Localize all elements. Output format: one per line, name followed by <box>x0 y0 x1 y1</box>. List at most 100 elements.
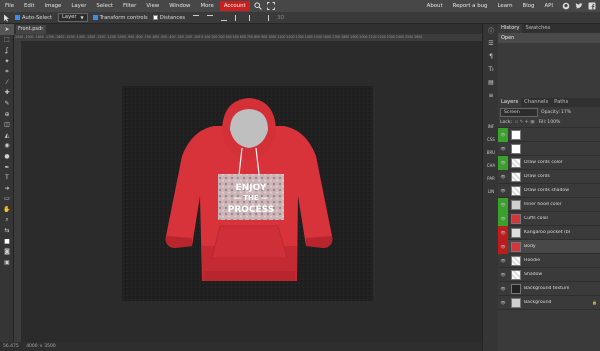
panel-label-inf[interactable]: INF <box>483 120 499 133</box>
history-entry[interactable]: Open <box>498 33 600 43</box>
visibility-eye-icon[interactable]: 👁 <box>498 146 508 151</box>
align-top-icon[interactable] <box>193 14 200 21</box>
crop-tool-icon[interactable]: ⌗ <box>0 66 14 77</box>
panel-label-par[interactable]: PAR <box>483 172 499 185</box>
magic-wand-icon[interactable]: ✦ <box>0 56 14 67</box>
layer-row[interactable]: 👁 Background texture <box>498 282 600 296</box>
layer-select-dropdown[interactable]: Layer ▼ <box>58 13 88 22</box>
layer-row[interactable]: 👁 Draw cords shadow <box>498 184 600 198</box>
menu-learn[interactable]: Learn <box>492 0 517 12</box>
switch-colors-icon[interactable]: ⇆ <box>0 225 14 236</box>
shape-tool-icon[interactable]: ▭ <box>0 194 14 205</box>
layer-row[interactable]: 👁 Inner hood color <box>498 197 600 212</box>
align-right-icon[interactable] <box>263 14 270 21</box>
fullscreen-icon[interactable] <box>266 1 276 11</box>
properties-icon[interactable]: ≡ <box>483 89 499 102</box>
tab-layers[interactable]: Layers <box>498 98 522 107</box>
menu-layer[interactable]: Layer <box>66 0 91 12</box>
visibility-eye-icon[interactable]: 👁 <box>498 188 508 193</box>
lasso-tool-icon[interactable]: ʆ <box>0 45 14 56</box>
eyedropper-icon[interactable]: ⁄ <box>0 77 14 88</box>
align-center-icon[interactable] <box>249 14 255 21</box>
opacity-value[interactable]: 17% <box>561 110 571 115</box>
distances-checkbox[interactable]: Distances <box>152 15 185 21</box>
menu-view[interactable]: View <box>141 0 164 12</box>
hand-tool-icon[interactable]: ✋ <box>0 204 14 215</box>
search-icon[interactable] <box>253 1 263 11</box>
layer-row[interactable]: 👁 Kangaroo pocket (bl <box>498 225 600 240</box>
panel-label-lin[interactable]: LIN <box>483 185 499 198</box>
three-d-label[interactable]: 3D <box>277 15 284 21</box>
layer-row[interactable]: 👁 Background 🔒 <box>498 296 600 310</box>
visibility-eye-icon[interactable]: 👁 <box>498 127 508 142</box>
brush-settings-icon[interactable]: ▤ <box>483 76 499 89</box>
panel-label-cha[interactable]: CHA <box>483 159 499 172</box>
visibility-eye-icon[interactable]: 👁 <box>498 258 508 263</box>
auto-select-checkbox[interactable]: Auto-Select <box>15 15 52 21</box>
lock-icons[interactable]: ▫ ✎ ✛ ▣ <box>515 120 535 125</box>
visibility-eye-icon[interactable]: 👁 <box>498 225 508 240</box>
visibility-eye-icon[interactable]: 👁 <box>498 272 508 277</box>
menu-image[interactable]: Image <box>39 0 66 12</box>
zoom-level[interactable]: 56.475 <box>3 344 19 349</box>
transform-controls-checkbox[interactable]: Transform controls <box>92 15 148 21</box>
layer-row[interactable]: 👁 <box>498 127 600 142</box>
visibility-eye-icon[interactable]: 👁 <box>498 239 508 254</box>
visibility-eye-icon[interactable]: 👁 <box>498 286 508 291</box>
zoom-tool-icon[interactable]: ⌕ <box>0 215 14 226</box>
tab-paths[interactable]: Paths <box>551 98 571 107</box>
account-button[interactable]: Account <box>219 1 250 11</box>
spot-heal-icon[interactable]: ✚ <box>0 88 14 99</box>
paragraph-icon[interactable]: ¶ <box>483 50 499 63</box>
tab-history[interactable]: History <box>498 24 523 33</box>
twitter-icon[interactable] <box>574 1 584 11</box>
marquee-tool-icon[interactable]: ⬚ <box>0 35 14 46</box>
move-tool-icon[interactable]: ➤ <box>0 24 14 35</box>
menu-file[interactable]: File <box>0 0 19 12</box>
close-icon[interactable]: × <box>40 25 44 34</box>
mask-mode-icon[interactable]: ◙ <box>0 246 14 257</box>
github-icon[interactable] <box>561 1 571 11</box>
type-tool-icon[interactable]: T <box>0 172 14 183</box>
layer-row[interactable]: 👁 Body <box>498 239 600 254</box>
align-bottom-icon[interactable] <box>221 15 228 21</box>
document-canvas[interactable]: ENJOY — THE — PROCESS <box>122 86 373 301</box>
menu-select[interactable]: Select <box>91 0 118 12</box>
path-select-icon[interactable]: ➜ <box>0 183 14 194</box>
layer-row[interactable]: 👁 <box>498 142 600 156</box>
clone-stamp-icon[interactable]: ⊕ <box>0 109 14 120</box>
menu-blog[interactable]: Blog <box>518 0 540 12</box>
brush-tool-icon[interactable]: ✎ <box>0 98 14 109</box>
menu-window[interactable]: Window <box>164 0 195 12</box>
layer-row[interactable]: 👁 Hoodie <box>498 254 600 268</box>
menu-about[interactable]: About <box>422 0 448 12</box>
menu-filter[interactable]: Filter <box>118 0 141 12</box>
document-tab-front[interactable]: Front.psd × <box>16 25 46 34</box>
layer-row[interactable]: 👁 Draw cords <box>498 170 600 184</box>
screen-mode-icon[interactable]: ▣ <box>0 257 14 268</box>
facebook-icon[interactable] <box>587 1 597 11</box>
character-icon[interactable]: Tı <box>483 63 499 76</box>
info-icon[interactable]: ⓘ <box>483 24 499 37</box>
foreground-color-icon[interactable]: ■ <box>0 236 14 247</box>
blur-tool-icon[interactable]: ◉ <box>0 141 14 152</box>
panel-label-css[interactable]: CSS <box>483 133 499 146</box>
visibility-eye-icon[interactable]: 👁 <box>498 174 508 179</box>
fill-tool-icon[interactable]: ◭ <box>0 130 14 141</box>
eraser-tool-icon[interactable]: ◫ <box>0 119 14 130</box>
tab-channels[interactable]: Channels <box>521 98 551 107</box>
menu-more[interactable]: More <box>195 0 218 12</box>
layer-row[interactable]: 👁 Shadow <box>498 268 600 282</box>
tab-swatches[interactable]: Swatches <box>522 24 553 33</box>
align-middle-icon[interactable] <box>207 14 214 21</box>
layer-row[interactable]: 👁 Cuffs color <box>498 211 600 226</box>
visibility-eye-icon[interactable]: 👁 <box>498 155 508 170</box>
menu-report-bug[interactable]: Report a bug <box>448 0 493 12</box>
fill-value[interactable]: 100% <box>547 120 560 125</box>
pen-tool-icon[interactable]: ✒ <box>0 162 14 173</box>
adjust-icon[interactable]: ☰ <box>483 37 499 50</box>
menu-api[interactable]: API <box>539 0 558 12</box>
visibility-eye-icon[interactable]: 👁 <box>498 197 508 212</box>
menu-edit[interactable]: Edit <box>19 0 39 12</box>
layer-row[interactable]: 👁 Draw cords color <box>498 155 600 170</box>
